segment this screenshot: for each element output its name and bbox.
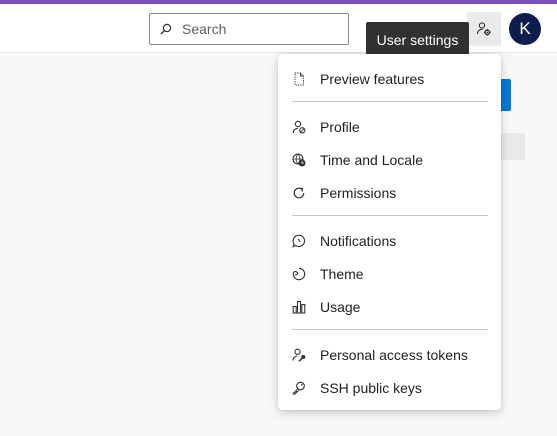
menu-item-theme[interactable]: Theme: [278, 257, 501, 290]
refresh-icon: [293, 187, 305, 198]
tooltip: User settings: [366, 22, 469, 57]
menu-item-label: Personal access tokens: [320, 346, 468, 363]
user-gear-icon: [476, 22, 491, 36]
menu-item-profile[interactable]: Profile: [278, 110, 501, 143]
search-box[interactable]: [149, 13, 349, 45]
menu-item-label: Preview features: [320, 70, 425, 87]
search-icon: [160, 23, 172, 35]
chat-bubble-icon: [292, 234, 306, 248]
tooltip-text: User settings: [376, 31, 459, 48]
document-icon: [294, 72, 304, 85]
user-settings-button[interactable]: [467, 12, 501, 46]
user-settings-menu: Preview features Profile Time and Locale…: [278, 54, 501, 410]
menu-item-permissions[interactable]: Permissions: [278, 176, 501, 209]
search-input[interactable]: [182, 21, 342, 37]
menu-item-label: Usage: [320, 298, 361, 315]
palette-icon: [292, 267, 306, 280]
menu-item-preview-features[interactable]: Preview features: [278, 62, 501, 95]
menu-item-label: Notifications: [320, 232, 397, 249]
person-key-icon: [292, 348, 306, 362]
profile-icon: [292, 120, 306, 133]
menu-item-time-and-locale[interactable]: Time and Locale: [278, 143, 501, 176]
menu-item-ssh-public-keys[interactable]: SSH public keys: [278, 371, 501, 404]
menu-divider: [292, 101, 488, 102]
top-header: K: [0, 4, 557, 53]
menu-divider: [292, 215, 488, 216]
menu-divider: [292, 329, 488, 330]
bar-chart-icon: [292, 300, 306, 314]
avatar-initial: K: [519, 19, 531, 38]
menu-item-usage[interactable]: Usage: [278, 290, 501, 323]
menu-item-label: Profile: [320, 118, 360, 135]
menu-item-notifications[interactable]: Notifications: [278, 224, 501, 257]
menu-item-label: Theme: [320, 265, 364, 282]
menu-item-label: SSH public keys: [320, 379, 422, 396]
globe-clock-icon: [292, 152, 306, 166]
menu-item-label: Permissions: [320, 184, 397, 201]
key-icon: [292, 381, 305, 394]
avatar[interactable]: K: [509, 13, 541, 45]
menu-item-personal-access-tokens[interactable]: Personal access tokens: [278, 338, 501, 371]
menu-item-label: Time and Locale: [320, 151, 423, 168]
